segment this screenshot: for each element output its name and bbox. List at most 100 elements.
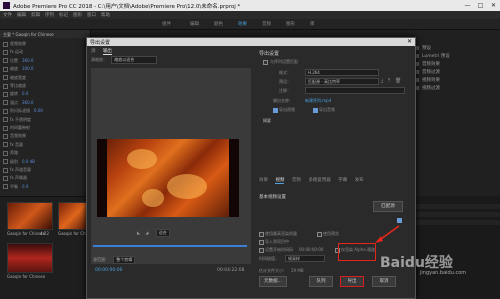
tab-output[interactable]: 输出: [102, 49, 112, 55]
effect-property-row[interactable]: 锚点 360.0: [3, 100, 33, 106]
tab-video[interactable]: 视频: [275, 178, 285, 184]
effect-property-row[interactable]: 时间重映射: [3, 125, 34, 131]
toggle-icon[interactable]: [3, 75, 8, 81]
toggle-icon[interactable]: [3, 83, 8, 89]
clip-thumbnail[interactable]: [7, 243, 53, 273]
export-video-checkbox[interactable]: [273, 108, 278, 113]
toggle-icon[interactable]: [3, 91, 8, 97]
toggle-icon[interactable]: [3, 167, 8, 173]
tab-multiplexer[interactable]: 多路复用器: [308, 178, 331, 183]
effect-property-value[interactable]: 360.0: [22, 58, 33, 63]
menu-help[interactable]: 帮助: [101, 12, 110, 18]
dialog-close-icon[interactable]: ✕: [407, 38, 412, 46]
fit-dropdown[interactable]: 适合: [155, 229, 170, 237]
mark-out-icon[interactable]: ◢: [145, 230, 148, 235]
workspace-tab-libraries[interactable]: 库: [310, 21, 315, 27]
effect-property-value[interactable]: 0.0: [22, 184, 28, 189]
effect-property-value[interactable]: 360.0: [22, 100, 33, 105]
toggle-icon[interactable]: [3, 159, 8, 165]
start-timecode-value[interactable]: 00:00:00:00: [299, 247, 323, 252]
effect-property-row[interactable]: 音频效果: [3, 133, 30, 139]
effect-property-value[interactable]: 0.0: [22, 91, 28, 96]
effect-property-row[interactable]: 缩放宽度: [3, 75, 30, 81]
queue-button[interactable]: 队列: [309, 276, 333, 287]
menu-clip[interactable]: 剪辑: [31, 12, 40, 18]
toggle-icon[interactable]: [3, 175, 8, 181]
workspace-tab-graphics[interactable]: 图形: [286, 21, 295, 27]
tab-audio[interactable]: 音频: [292, 178, 301, 183]
effect-property-row[interactable]: 平衡 0.0: [3, 184, 28, 190]
scrub-bar[interactable]: [93, 245, 247, 247]
comment-field[interactable]: [305, 87, 405, 94]
effect-property-row[interactable]: fx 声道音量: [3, 167, 35, 173]
import-preset-icon[interactable]: ⤒: [388, 78, 390, 84]
effect-property-row[interactable]: fx 音量: [3, 142, 27, 148]
toggle-icon[interactable]: [3, 142, 8, 148]
effects-folder-item[interactable]: Lumetri 预设: [422, 53, 450, 59]
effect-controls-tab[interactable]: 主要 * Gaoqin for Chinese: [0, 30, 90, 38]
effect-property-row[interactable]: 视频效果: [3, 41, 30, 47]
source-range-dropdown[interactable]: 整个剪辑: [113, 256, 136, 264]
effects-folder-item[interactable]: 预设: [422, 45, 431, 51]
workspace-tab-effects[interactable]: 效果: [238, 21, 247, 27]
clip-thumbnail[interactable]: [7, 202, 53, 230]
toggle-icon[interactable]: [3, 150, 8, 156]
format-dropdown[interactable]: H.264: [305, 69, 379, 76]
effect-property-row[interactable]: 位置 360.0: [3, 58, 33, 64]
toggle-icon[interactable]: [3, 184, 8, 190]
effect-property-row[interactable]: fx 声像器: [3, 175, 31, 181]
toggle-icon[interactable]: [3, 58, 8, 64]
menu-graphics[interactable]: 图形: [73, 12, 82, 18]
menu-edit[interactable]: 编辑: [17, 12, 26, 18]
effect-property-value[interactable]: 0.00: [34, 108, 43, 113]
match-sequence-checkbox[interactable]: [263, 60, 268, 65]
tab-source[interactable]: 源: [91, 49, 96, 54]
effects-folder-item[interactable]: 音频效果: [422, 61, 440, 67]
menu-marker[interactable]: 标记: [59, 12, 68, 18]
tab-publish[interactable]: 发布: [355, 178, 364, 183]
toggle-icon[interactable]: [3, 49, 8, 55]
tab-captions[interactable]: 字幕: [338, 178, 347, 183]
workspace-tab-audio[interactable]: 音频: [262, 21, 271, 27]
effect-property-row[interactable]: 等比缩放: [3, 83, 30, 89]
effect-property-value[interactable]: 0.0 dB: [22, 159, 35, 164]
toggle-icon[interactable]: [3, 108, 8, 114]
toggle-icon[interactable]: [3, 125, 8, 131]
source-scaling-dropdown[interactable]: 缩放以适合: [111, 56, 158, 64]
toggle-icon[interactable]: [3, 66, 8, 72]
time-interpolation-dropdown[interactable]: 帧采样: [285, 255, 325, 262]
effect-property-row[interactable]: 防闪烁滤镜 0.00: [3, 108, 43, 114]
maximize-button[interactable]: □: [474, 1, 487, 10]
toggle-icon[interactable]: [3, 41, 8, 47]
effects-folder-item[interactable]: 视频过渡: [422, 85, 440, 91]
minimize-button[interactable]: —: [461, 1, 474, 10]
menu-window[interactable]: 窗口: [87, 12, 96, 18]
effect-property-row[interactable]: 旁路: [3, 150, 22, 156]
import-into-project-checkbox[interactable]: [259, 240, 264, 245]
effects-folder-item[interactable]: 视频效果: [422, 77, 440, 83]
cancel-button[interactable]: 取消: [372, 276, 396, 287]
toggle-icon[interactable]: [3, 100, 8, 106]
delete-preset-icon[interactable]: 🗑: [395, 78, 401, 84]
menu-sequence[interactable]: 序列: [45, 12, 54, 18]
match-source-button[interactable]: 匹配源: [373, 201, 403, 212]
output-name-link[interactable]: 新建序列.mp4: [305, 98, 331, 104]
close-window-button[interactable]: ✕: [487, 1, 500, 10]
save-preset-icon[interactable]: ⤓: [381, 78, 383, 84]
effect-property-value[interactable]: 100.0: [22, 66, 33, 71]
tab-effects[interactable]: 效果: [259, 178, 268, 183]
toggle-icon[interactable]: [3, 133, 8, 139]
effect-property-row[interactable]: fx 不透明度: [3, 117, 35, 123]
set-start-timecode-checkbox[interactable]: [259, 248, 264, 253]
metadata-button[interactable]: 元数据...: [259, 276, 287, 287]
effect-property-row[interactable]: 级别 0.0 dB: [3, 159, 35, 165]
use-previews-checkbox[interactable]: [317, 232, 322, 237]
workspace-tab-editing[interactable]: 编辑: [190, 21, 199, 27]
mark-in-icon[interactable]: ◣: [137, 230, 140, 235]
summary-heading[interactable]: 摘要: [263, 118, 271, 124]
effect-property-row[interactable]: fx 运动: [3, 49, 27, 55]
export-audio-checkbox[interactable]: [313, 108, 318, 113]
effects-folder-item[interactable]: 音频过渡: [422, 69, 440, 75]
aspect-checkbox[interactable]: [397, 218, 402, 223]
max-render-quality-checkbox[interactable]: [259, 232, 264, 237]
